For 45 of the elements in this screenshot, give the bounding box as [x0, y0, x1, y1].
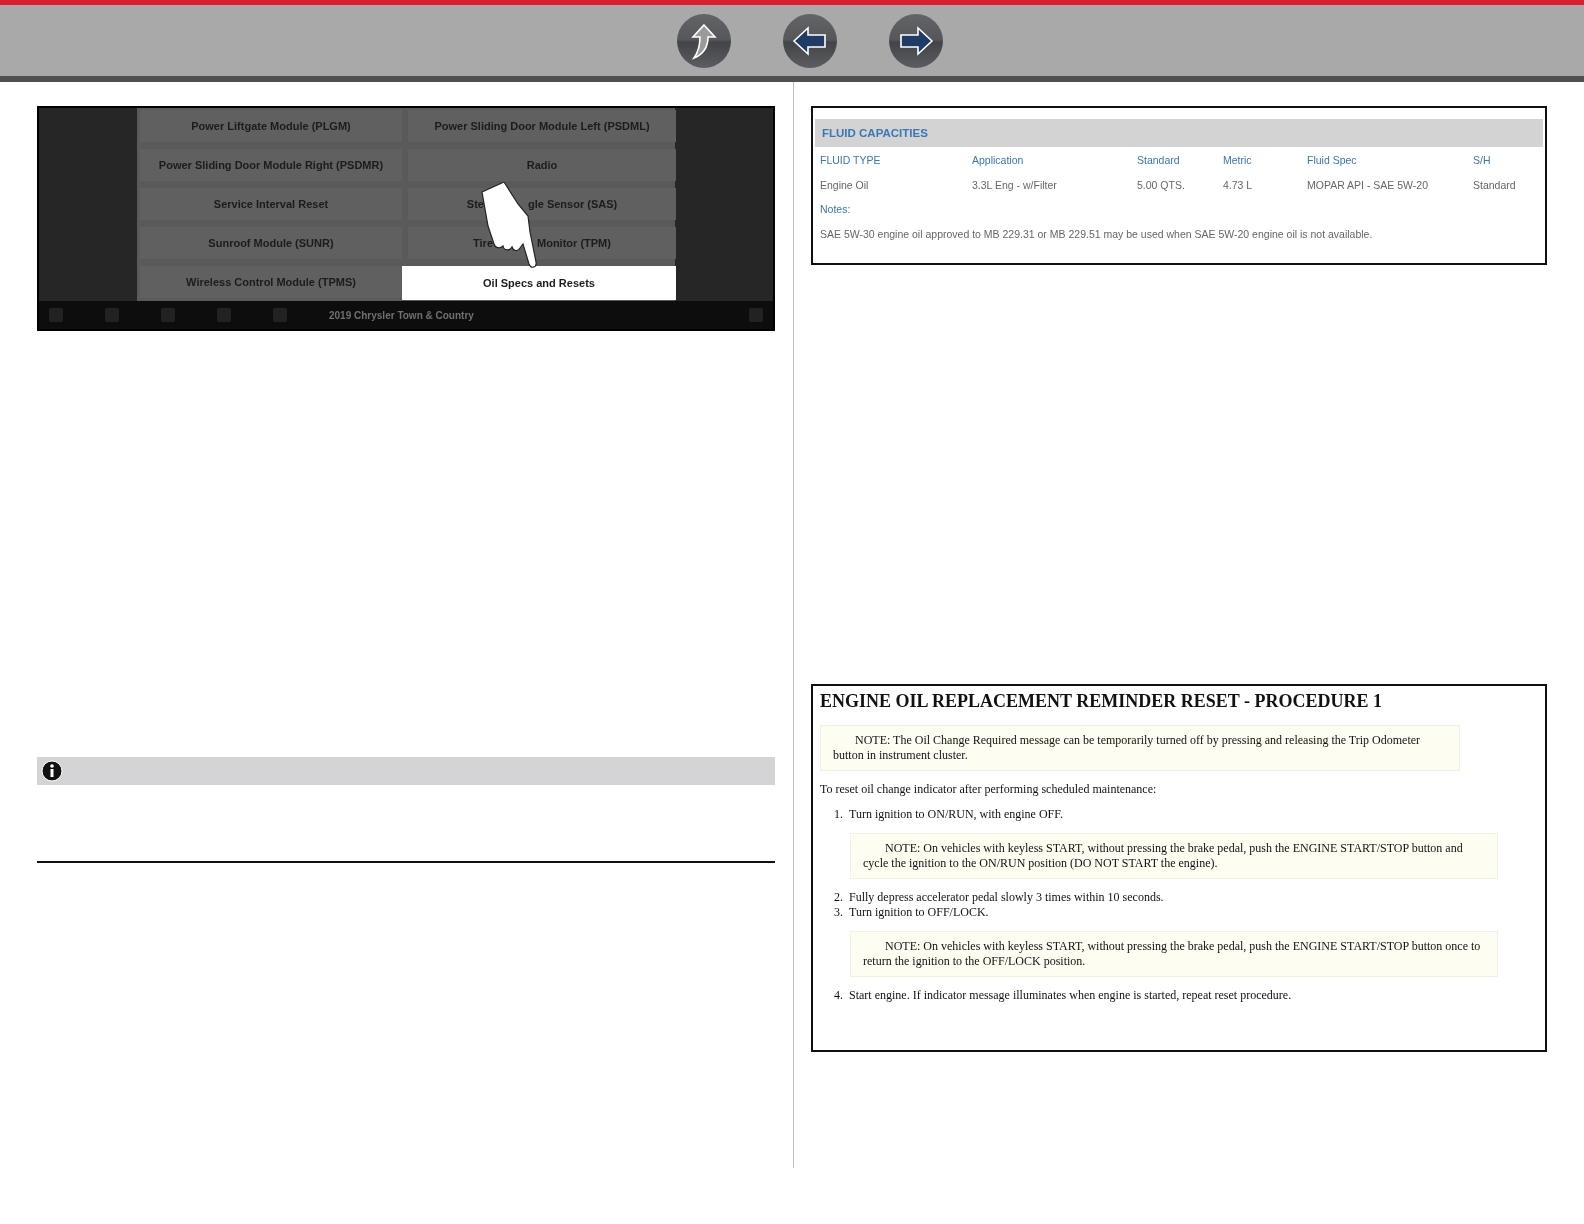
step-text: Turn ignition to ON/RUN, with engine OFF. [849, 807, 1063, 822]
column-header: S/H [1473, 152, 1492, 168]
column-header: FLUID TYPE [820, 152, 882, 168]
column-header: Fluid Spec [1307, 152, 1358, 168]
section-title: FLUID CAPACITIES [815, 119, 1543, 147]
menu-button[interactable]: Power Sliding Door Module Right (PSDMR) [140, 149, 402, 181]
table-cell-text: 4.73 L [1223, 177, 1254, 193]
info-icon [41, 760, 63, 782]
menu-button[interactable]: Sunroof Module (SUNR) [140, 227, 402, 259]
button-label: Ste [466, 198, 484, 210]
table-cell-text: Engine Oil [820, 177, 870, 193]
menu-button[interactable]: Power Liftgate Module (PLGM) [140, 110, 402, 142]
column-header: Application [972, 152, 1025, 168]
table-cell-text: 3.3L Eng - w/Filter [972, 177, 1058, 193]
menu-button[interactable]: Wireless Control Module (TPMS) [140, 266, 402, 298]
column-header: Standard [1137, 152, 1181, 168]
table-cell-text: MOPAR API - SAE 5W-20 [1307, 177, 1429, 193]
up-button[interactable] [677, 14, 731, 68]
intro-text: To reset oil change indicator after performing scheduled maintenance: [820, 782, 1158, 797]
button-label: gle Sensor (SAS) [527, 198, 618, 210]
button-label: Monitor (TPM) [537, 237, 611, 249]
step-text: Turn ignition to OFF/LOCK. [849, 905, 989, 920]
vehicle-name: 2019 Chrysler Town & Country [329, 309, 474, 321]
step-number: 4. [834, 988, 843, 1003]
note-text: SAE 5W-30 engine oil approved to MB 229.31 or MB 229.51 may be used when SAE 5W-20 engine oil is not available. [819, 226, 1374, 242]
button-label: Tire [473, 237, 493, 249]
note-text: NOTE: The Oil Change Required message can be temporarily turned off by pressing and releasing the Trip Odometer button in instrument cluster. [820, 725, 1460, 771]
step-text: Start engine. If indicator message illuminates when engine is started, repeat reset procedure. [849, 988, 1292, 1003]
table-cell-text: 5.00 QTS. [1137, 177, 1186, 193]
procedure-title: ENGINE OIL REPLACEMENT REMINDER RESET - PROCEDURE 1 [820, 691, 1383, 712]
back-button[interactable] [783, 14, 837, 68]
step-text: Fully depress accelerator pedal slowly 3 times within 10 seconds. [849, 890, 1164, 905]
step-number: 1. [834, 807, 843, 822]
menu-button[interactable]: Power Sliding Door Module Left (PSDML) [408, 110, 676, 142]
menu-button[interactable]: Service Interval Reset [140, 188, 402, 220]
column-header: Metric [1223, 152, 1253, 168]
notes-label: Notes: [819, 202, 852, 217]
step-number: 2. [834, 890, 843, 905]
note-text: NOTE: On vehicles with keyless START, without pressing the brake pedal, push the ENGINE START/STOP button and cycle the ignition to the ON/RUN position (DO NOT START the engine). [850, 833, 1498, 879]
forward-button[interactable] [889, 14, 943, 68]
step-number: 3. [834, 905, 843, 920]
note-text: NOTE: On vehicles with keyless START, without pressing the brake pedal, push the ENGINE START/STOP button once to return the ignition to the OFF/LOCK position. [850, 931, 1498, 977]
menu-button[interactable]: Radio [408, 149, 676, 181]
menu-button[interactable]: Oil Specs and Resets [402, 266, 676, 300]
table-cell-text: Standard [1473, 177, 1517, 193]
